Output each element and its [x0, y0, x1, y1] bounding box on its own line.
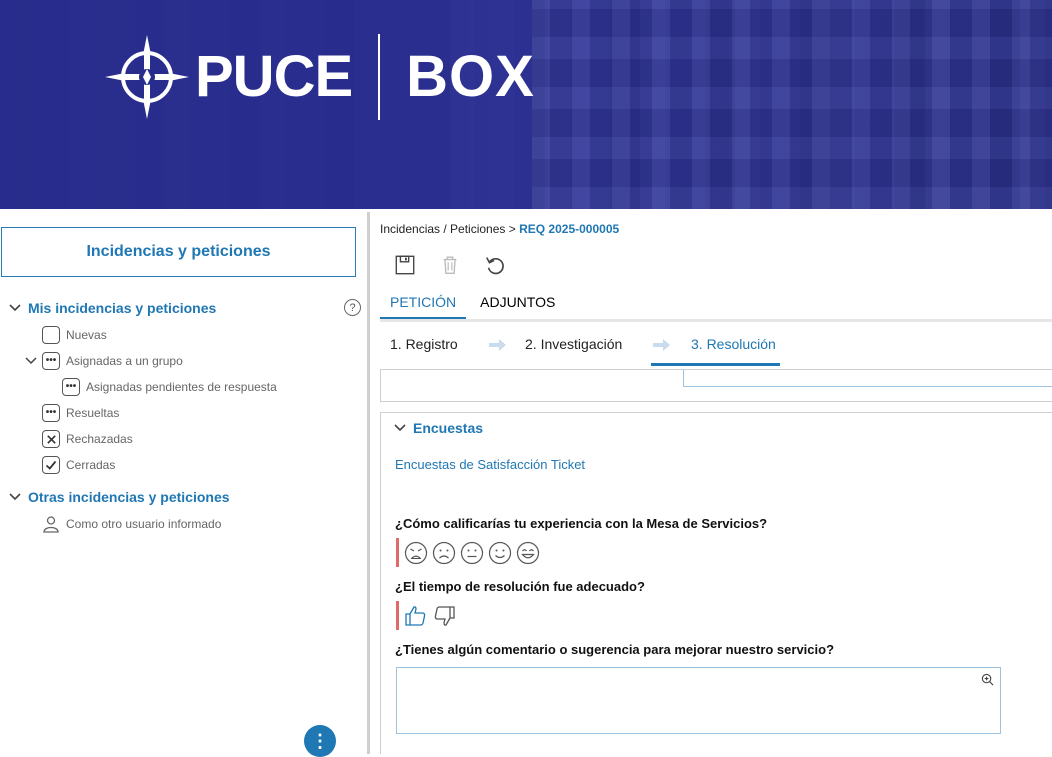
- tree-section-mis-incidencias[interactable]: Mis incidencias y peticiones: [8, 300, 216, 316]
- tree-item-asignadas-pendientes[interactable]: ••• Asignadas pendientes de respuesta: [62, 378, 277, 396]
- active-step-indicator: [651, 363, 780, 366]
- puce-box-logo: PUCE BOX: [103, 33, 535, 121]
- tree-item-label: Rechazadas: [66, 432, 133, 446]
- surveys-header[interactable]: Encuestas: [393, 420, 483, 436]
- dots-square-icon: •••: [42, 352, 60, 370]
- tree-item-otro-usuario[interactable]: Como otro usuario informado: [42, 515, 221, 533]
- puce-emblem-icon: [105, 35, 189, 119]
- sad-face-icon[interactable]: [432, 541, 456, 565]
- tab-bar: PETICIÓN ADJUNTOS: [380, 293, 569, 320]
- dots-square-icon: •••: [42, 404, 60, 422]
- chevron-down-icon[interactable]: [8, 301, 22, 315]
- tree-item-resueltas[interactable]: ••• Resueltas: [42, 404, 119, 422]
- tree-item-label: Asignadas pendientes de respuesta: [86, 380, 277, 394]
- chevron-down-icon[interactable]: [24, 354, 38, 368]
- brand-name: PUCE: [195, 44, 353, 109]
- question-experience: ¿Cómo calificarías tu experiencia con la…: [395, 516, 768, 531]
- experience-rating: [396, 538, 544, 567]
- step-registro[interactable]: 1. Registro: [390, 336, 458, 352]
- step-resolucion[interactable]: 3. Resolución: [691, 336, 776, 352]
- tree-item-nuevas[interactable]: Nuevas: [42, 326, 107, 344]
- step-investigacion[interactable]: 2. Investigación: [525, 336, 622, 352]
- very-sad-face-icon[interactable]: [404, 541, 428, 565]
- comments-textarea[interactable]: [396, 667, 1001, 734]
- tab-divider: [380, 319, 1052, 322]
- help-icon[interactable]: ?: [344, 299, 361, 316]
- tree-item-asignadas-grupo[interactable]: ••• Asignadas a un grupo: [24, 352, 183, 370]
- trash-icon[interactable]: [436, 251, 464, 279]
- tree-section-otras-incidencias[interactable]: Otras incidencias y peticiones: [8, 489, 230, 505]
- tree-item-label: Resueltas: [66, 406, 120, 420]
- tree-item-cerradas[interactable]: Cerradas: [42, 456, 115, 474]
- surveys-title: Encuestas: [413, 420, 484, 436]
- tree-section-label: Otras incidencias y peticiones: [28, 489, 230, 505]
- tree-item-label: Nuevas: [66, 328, 107, 342]
- very-happy-face-icon[interactable]: [516, 541, 540, 565]
- arrow-right-icon: [653, 339, 670, 351]
- chevron-down-icon[interactable]: [8, 490, 22, 504]
- header-banner: PUCE BOX: [0, 0, 1052, 209]
- survey-link[interactable]: Encuestas de Satisfacción Ticket: [395, 457, 585, 472]
- question-resolution-time: ¿El tiempo de resolución fue adecuado?: [395, 579, 645, 594]
- breadcrumb: Incidencias / Peticiones > REQ 2025-0000…: [380, 222, 619, 236]
- surveys-panel: Encuestas Encuestas de Satisfacción Tick…: [380, 412, 1052, 754]
- more-actions-button[interactable]: ⋮: [304, 725, 336, 757]
- tree-item-label: Asignadas a un grupo: [66, 354, 183, 368]
- question-comments: ¿Tienes algún comentario o sugerencia pa…: [395, 642, 835, 657]
- empty-square-icon: [42, 326, 60, 344]
- tree-item-label: Cerradas: [66, 458, 116, 472]
- resolution-time-rating: [396, 601, 460, 630]
- arrow-right-icon: [489, 339, 506, 351]
- thumbs-up-icon[interactable]: [404, 604, 428, 628]
- user-icon: [42, 515, 60, 533]
- thumbs-down-icon[interactable]: [432, 604, 456, 628]
- banner-background-photo: [532, 0, 1052, 209]
- process-steps: 1. Registro 2. Investigación 3. Resoluci…: [380, 328, 1052, 368]
- happy-face-icon[interactable]: [488, 541, 512, 565]
- sidebar-title[interactable]: Incidencias y peticiones: [1, 227, 356, 277]
- dots-square-icon: •••: [62, 378, 80, 396]
- tree-item-label: Como otro usuario informado: [66, 517, 222, 531]
- chevron-down-icon[interactable]: [393, 421, 407, 435]
- breadcrumb-path[interactable]: Incidencias / Peticiones >: [380, 222, 516, 236]
- zoom-in-icon[interactable]: [981, 673, 994, 686]
- x-square-icon: [42, 430, 60, 448]
- save-icon[interactable]: [391, 251, 419, 279]
- tab-peticion[interactable]: PETICIÓN: [380, 293, 467, 320]
- main-content: Incidencias / Peticiones > REQ 2025-0000…: [370, 209, 1052, 754]
- left-sidebar: Incidencias y peticiones Mis incidencias…: [0, 209, 367, 757]
- breadcrumb-current: REQ 2025-000005: [519, 222, 620, 236]
- logo-divider: [378, 34, 381, 120]
- tab-adjuntos[interactable]: ADJUNTOS: [470, 293, 565, 320]
- previous-section: [380, 369, 1052, 402]
- tree-item-rechazadas[interactable]: Rechazadas: [42, 430, 133, 448]
- check-square-icon: [42, 456, 60, 474]
- product-name: BOX: [406, 44, 535, 109]
- neutral-face-icon[interactable]: [460, 541, 484, 565]
- previous-field[interactable]: [683, 369, 1052, 387]
- undo-icon[interactable]: [481, 251, 509, 279]
- tree-section-label: Mis incidencias y peticiones: [28, 300, 217, 316]
